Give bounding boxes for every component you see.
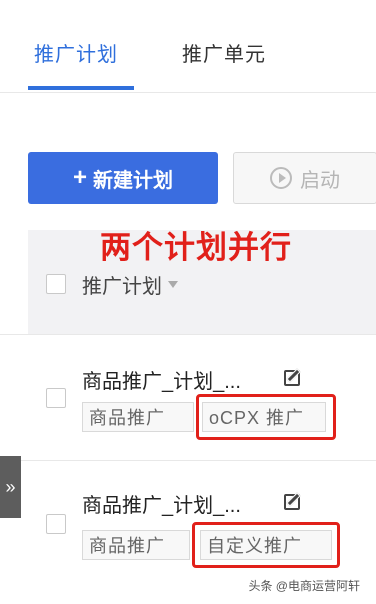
new-plan-label: 新建计划 bbox=[93, 169, 173, 192]
plan-name[interactable]: 商品推广_计划_... bbox=[82, 489, 241, 518]
highlight-box bbox=[192, 522, 340, 568]
tab-bar: 推广计划 推广单元 bbox=[0, 0, 376, 93]
expand-sidebar-toggle[interactable]: » bbox=[0, 456, 21, 518]
start-button[interactable]: 启动 bbox=[233, 152, 376, 204]
plan-tag: 商品推广 bbox=[82, 402, 194, 432]
column-header-plan: 推广计划 bbox=[82, 270, 178, 299]
annotation-text: 两个计划并行 bbox=[100, 230, 292, 265]
play-circle-icon bbox=[270, 167, 292, 189]
row-checkbox[interactable] bbox=[46, 388, 66, 408]
tab-promotion-unit[interactable]: 推广单元 bbox=[182, 38, 266, 67]
row-checkbox[interactable] bbox=[46, 514, 66, 534]
filter-icon[interactable] bbox=[168, 281, 178, 288]
select-all-checkbox[interactable] bbox=[46, 274, 66, 294]
watermark: 头条 @电商运营阿轩 bbox=[244, 575, 364, 596]
start-label: 启动 bbox=[300, 169, 340, 192]
edit-icon[interactable] bbox=[284, 494, 300, 510]
plus-icon: + bbox=[72, 164, 87, 191]
new-plan-button[interactable]: + 新建计划 bbox=[28, 152, 218, 204]
row-divider bbox=[0, 460, 376, 461]
highlight-box bbox=[196, 394, 336, 440]
row-divider bbox=[0, 334, 376, 335]
active-tab-indicator bbox=[28, 86, 134, 90]
edit-icon[interactable] bbox=[284, 370, 300, 386]
column-header-label: 推广计划 bbox=[82, 276, 162, 298]
plan-tag: 商品推广 bbox=[82, 530, 190, 560]
plan-name[interactable]: 商品推广_计划_... bbox=[82, 365, 241, 394]
tab-promotion-plan[interactable]: 推广计划 bbox=[34, 38, 118, 67]
